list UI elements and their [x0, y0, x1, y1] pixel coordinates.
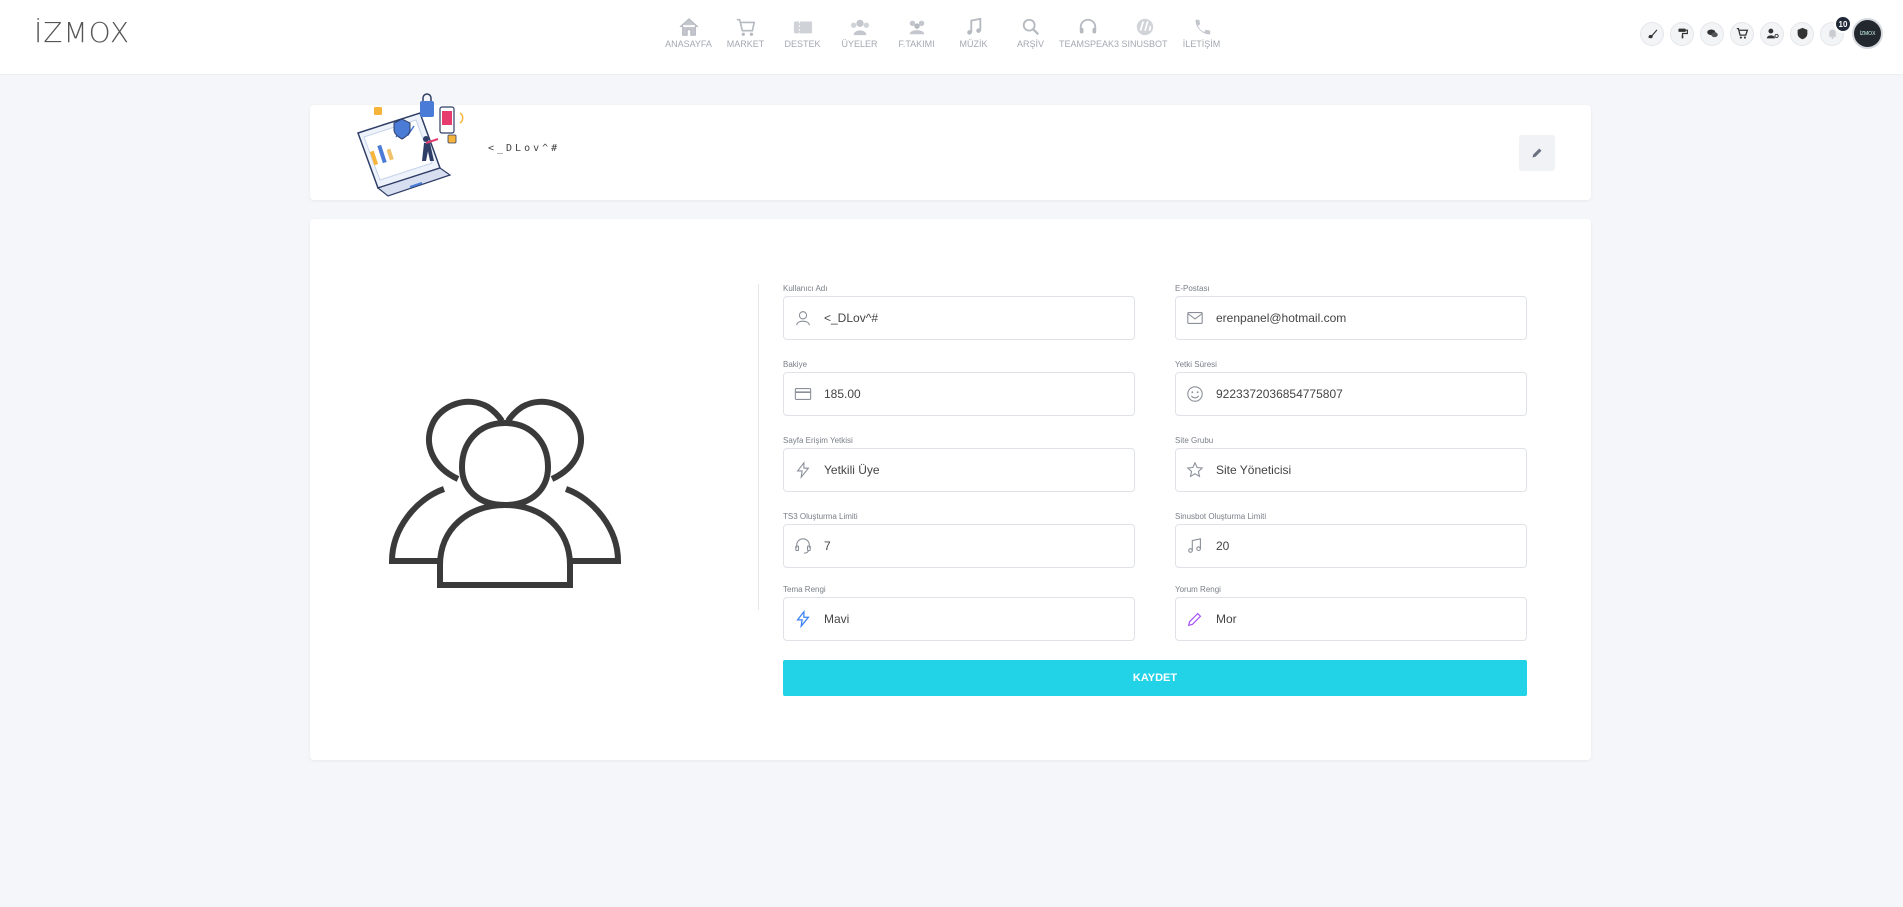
email-value: erenpanel@hotmail.com — [1216, 311, 1347, 325]
smile-icon — [1187, 386, 1203, 402]
header-actions: 10 İZMOX — [1634, 15, 1883, 49]
pencil-icon — [1187, 612, 1202, 627]
page-access-value: Yetkili Üye — [824, 463, 880, 477]
admin-button[interactable] — [1790, 21, 1814, 46]
email-label: E-Postası — [1175, 284, 1210, 293]
nav-label: DESTEK — [784, 39, 821, 49]
cart-icon — [1736, 27, 1748, 39]
theme-color-field[interactable]: Mavi — [783, 597, 1135, 641]
ticket-icon — [793, 21, 812, 34]
column-divider — [758, 284, 759, 610]
headset-icon — [795, 538, 811, 554]
nav-item-arsiv[interactable]: ARŞİV — [1002, 17, 1059, 49]
ts3-limit-value: 7 — [824, 539, 831, 553]
music-icon — [1188, 538, 1201, 553]
shield-icon — [1797, 27, 1807, 40]
home-icon — [679, 18, 698, 36]
profile-header-card: <_DLov^# — [310, 93, 1591, 200]
top-navbar: İZMOX ANASAYFA MARKET DESTEK ÜYELER F.TA… — [0, 0, 1903, 75]
profile-settings-card: Kullanıcı Adı <_DLov^# E-Postası erenpan… — [310, 219, 1591, 760]
mail-icon — [1187, 312, 1203, 324]
site-group-field[interactable]: Site Yöneticisi — [1175, 448, 1527, 492]
username-value: <_DLov^# — [824, 311, 878, 325]
nav-item-muzik[interactable]: MÜZİK — [945, 17, 1002, 49]
user-settings-button[interactable] — [1760, 21, 1784, 46]
theme-color-value: Mavi — [824, 612, 850, 626]
main-nav: ANASAYFA MARKET DESTEK ÜYELER F.TAKIMI M… — [660, 17, 1230, 49]
team-icon — [909, 20, 924, 35]
users-icon — [850, 19, 869, 36]
paint-button[interactable] — [1670, 21, 1694, 46]
nav-item-sinusbot[interactable]: SINUSBOT — [1116, 17, 1173, 49]
sinusbot-limit-field[interactable]: 20 — [1175, 524, 1527, 568]
user-gear-icon — [1766, 28, 1779, 39]
nav-label: TEAMSPEAK3 — [1059, 39, 1120, 49]
sinusbot-icon — [1136, 18, 1153, 36]
avatar[interactable]: İZMOX — [1852, 18, 1883, 49]
cart-button[interactable] — [1730, 21, 1754, 46]
nav-label: MÜZİK — [959, 39, 988, 49]
nav-label: MARKET — [726, 39, 765, 49]
brush-icon — [1647, 29, 1657, 39]
credit-card-icon — [794, 388, 812, 400]
nav-label: F.TAKIMI — [898, 39, 935, 49]
avatar-text: İZMOX — [1859, 30, 1876, 37]
nav-label: ÜYELER — [841, 39, 878, 49]
messages-button[interactable] — [1700, 21, 1724, 46]
notification-badge: 10 — [1834, 15, 1852, 33]
nav-item-anasayfa[interactable]: ANASAYFA — [660, 17, 717, 49]
site-logo[interactable]: İZMOX — [34, 16, 130, 49]
user-menu: 10 İZMOX — [1834, 15, 1883, 49]
ts3-limit-label: TS3 Oluşturma Limiti — [783, 512, 858, 521]
username-field[interactable]: <_DLov^# — [783, 296, 1135, 340]
nav-label: İLETİŞİM — [1182, 39, 1221, 49]
star-icon — [1186, 461, 1204, 478]
user-icon — [796, 311, 810, 326]
username-label: Kullanıcı Adı — [783, 284, 828, 293]
nav-item-market[interactable]: MARKET — [717, 17, 774, 49]
sinusbot-limit-value: 20 — [1216, 539, 1230, 553]
headset-icon — [1079, 18, 1096, 34]
nav-label: ANASAYFA — [665, 39, 712, 49]
edit-profile-button[interactable] — [1519, 135, 1555, 171]
email-field[interactable]: erenpanel@hotmail.com — [1175, 296, 1527, 340]
site-group-label: Site Grubu — [1175, 436, 1214, 445]
comment-color-field[interactable]: Mor — [1175, 597, 1527, 641]
nav-item-ftakimi[interactable]: F.TAKIMI — [888, 17, 945, 49]
nav-item-teamspeak3[interactable]: TEAMSPEAK3 — [1059, 17, 1120, 49]
save-button[interactable]: KAYDET — [783, 660, 1527, 696]
nav-item-iletisim[interactable]: İLETİŞİM — [1173, 17, 1230, 49]
paint-roller-icon — [1677, 28, 1688, 39]
page-access-field[interactable]: Yetkili Üye — [783, 448, 1135, 492]
auth-duration-field[interactable]: 9223372036854775807 — [1175, 372, 1527, 416]
nav-item-destek[interactable]: DESTEK — [774, 17, 831, 49]
music-icon — [966, 17, 981, 35]
comment-color-value: Mor — [1216, 612, 1237, 626]
users-group-icon — [388, 398, 622, 588]
nav-item-uyeler[interactable]: ÜYELER — [831, 17, 888, 49]
search-icon — [1022, 18, 1039, 36]
lightning-icon — [796, 610, 810, 628]
profile-username: <_DLov^# — [488, 143, 561, 154]
comment-color-label: Yorum Rengi — [1175, 585, 1221, 594]
cart-icon — [736, 18, 755, 36]
sinusbot-limit-label: Sinusbot Oluşturma Limiti — [1175, 512, 1267, 521]
balance-value: 185.00 — [824, 387, 861, 401]
pencil-icon — [1532, 148, 1542, 158]
ts3-limit-field[interactable]: 7 — [783, 524, 1135, 568]
balance-label: Bakiye — [783, 360, 808, 369]
theme-color-label: Tema Rengi — [783, 585, 826, 594]
phone-icon — [1195, 19, 1210, 35]
auth-duration-value: 9223372036854775807 — [1216, 387, 1343, 401]
auth-duration-label: Yetki Süresi — [1175, 360, 1217, 369]
chat-icon — [1706, 29, 1718, 38]
lightning-icon — [796, 461, 810, 479]
theme-toggle-button[interactable] — [1640, 21, 1664, 46]
site-group-value: Site Yöneticisi — [1216, 463, 1292, 477]
nav-label: SINUSBOT — [1121, 39, 1168, 49]
security-illustration — [357, 93, 464, 197]
nav-label: ARŞİV — [1016, 39, 1044, 49]
balance-field[interactable]: 185.00 — [783, 372, 1135, 416]
page-access-label: Sayfa Erişim Yetkisi — [783, 436, 853, 445]
